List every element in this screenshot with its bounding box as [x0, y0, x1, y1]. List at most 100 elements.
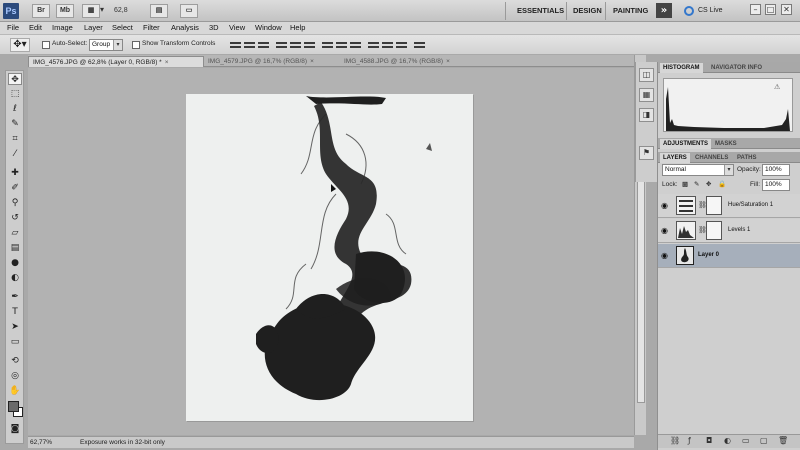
auto-select-checkbox[interactable] [42, 41, 50, 49]
bridge-button[interactable]: Br [32, 4, 50, 18]
align-right-icon[interactable] [304, 40, 315, 50]
distribute-vcenter-icon[interactable] [336, 40, 347, 50]
layer-mask-thumbnail[interactable] [706, 221, 722, 240]
align-vcenter-icon[interactable] [244, 40, 255, 50]
blur-tool-icon[interactable]: ● [8, 257, 22, 269]
menu-image[interactable]: Image [52, 22, 73, 34]
tab-navigator-info[interactable]: NAVIGATOR INFO [708, 63, 765, 73]
tab-layers[interactable]: LAYERS [660, 153, 690, 163]
crop-tool-icon[interactable]: ⌗ [8, 133, 22, 145]
layer-style-icon[interactable]: ƒ [688, 436, 691, 445]
tab-paths[interactable]: PATHS [734, 153, 759, 163]
distribute-hcenter-icon[interactable] [382, 40, 393, 50]
menu-edit[interactable]: Edit [29, 22, 42, 34]
extras-button[interactable]: ▦ [82, 4, 100, 18]
layer-row-hue-saturation[interactable]: ◉ ⛓ Hue/Saturation 1 [658, 194, 800, 218]
menu-3d[interactable]: 3D [209, 22, 219, 34]
tab-histogram[interactable]: HISTOGRAM [660, 63, 703, 73]
maximize-button[interactable]: □ [765, 4, 776, 15]
pen-tool-icon[interactable]: ✒ [8, 291, 22, 303]
tab-channels[interactable]: CHANNELS [692, 153, 731, 163]
arrange-documents-button[interactable]: ▤ [150, 4, 168, 18]
chevron-down-icon[interactable]: ▾ [100, 5, 104, 14]
cs-live-icon[interactable] [684, 6, 694, 16]
history-panel-icon[interactable]: ⚑ [639, 146, 654, 160]
brush-tool-icon[interactable]: ✐ [8, 182, 22, 194]
tab-adjustments[interactable]: ADJUSTMENTS [660, 139, 712, 149]
menu-window[interactable]: Window [255, 22, 282, 34]
layer-row-layer-0[interactable]: ◉ Layer 0 [658, 244, 800, 268]
auto-select-dropdown[interactable]: Group ▾ [89, 39, 123, 51]
lock-pixels-icon[interactable]: ✎ [694, 180, 699, 188]
tab-masks[interactable]: MASKS [712, 139, 740, 149]
layer-row-levels[interactable]: ◉ ⛓ Levels 1 [658, 219, 800, 243]
workspace-design[interactable]: DESIGN [573, 6, 602, 15]
new-group-icon[interactable]: ▭ [742, 436, 750, 445]
tab-img-4579[interactable]: IMG_4579.JPG @ 16,7% (RGB/8) × [204, 56, 340, 67]
eye-icon[interactable]: ◉ [661, 201, 668, 210]
close-button[interactable]: ✕ [781, 4, 792, 15]
more-workspaces-button[interactable]: » [656, 3, 672, 18]
auto-align-icon[interactable] [414, 40, 425, 50]
tab-img-4576[interactable]: IMG_4576.JPG @ 62,8% (Layer 0, RGB/8) * × [28, 56, 204, 67]
adjustment-layer-icon[interactable]: ◐ [724, 436, 731, 445]
styles-panel-icon[interactable]: ◨ [639, 108, 654, 122]
dodge-tool-icon[interactable]: ◐ [8, 272, 22, 284]
add-mask-icon[interactable]: ◘ [706, 436, 712, 445]
workspace-painting[interactable]: PAINTING [613, 6, 648, 15]
lock-all-icon[interactable]: 🔒 [718, 180, 726, 188]
color-panel-icon[interactable]: ◫ [639, 68, 654, 82]
layer-mask-thumbnail[interactable] [706, 196, 722, 215]
3d-orbit-tool-icon[interactable]: ◎ [8, 370, 22, 382]
screen-mode-button[interactable]: ▭ [180, 4, 198, 18]
trash-icon[interactable]: 🗑 [778, 436, 788, 445]
menu-select[interactable]: Select [112, 22, 133, 34]
hand-tool-icon[interactable]: ✋ [8, 385, 22, 397]
clone-stamp-tool-icon[interactable]: ⚲ [8, 197, 22, 209]
align-left-icon[interactable] [276, 40, 287, 50]
close-icon[interactable]: × [446, 58, 450, 65]
menu-view[interactable]: View [229, 22, 245, 34]
marquee-tool-icon[interactable]: ⬚ [8, 88, 22, 100]
eye-icon[interactable]: ◉ [661, 226, 668, 235]
zoom-level-field[interactable]: 62,8 [114, 7, 128, 14]
lasso-tool-icon[interactable]: ℓ [8, 103, 22, 115]
align-bottom-icon[interactable] [258, 40, 269, 50]
align-hcenter-icon[interactable] [290, 40, 301, 50]
distribute-right-icon[interactable] [396, 40, 407, 50]
distribute-left-icon[interactable] [368, 40, 379, 50]
path-selection-tool-icon[interactable]: ➤ [8, 321, 22, 333]
swatches-panel-icon[interactable]: ▦ [639, 88, 654, 102]
link-layers-icon[interactable]: ⛓ [670, 436, 680, 445]
align-top-icon[interactable] [230, 40, 241, 50]
move-tool-icon[interactable]: ✥ [8, 73, 22, 85]
document-image[interactable] [186, 94, 473, 421]
opacity-field[interactable]: 100% [762, 164, 790, 176]
close-icon[interactable]: × [310, 58, 314, 65]
minibridge-button[interactable]: Mb [56, 4, 74, 18]
menu-help[interactable]: Help [290, 22, 305, 34]
menu-file[interactable]: File [7, 22, 19, 34]
gradient-tool-icon[interactable]: ▤ [8, 242, 22, 254]
shape-tool-icon[interactable]: ▭ [8, 336, 22, 348]
eye-icon[interactable]: ◉ [661, 251, 668, 260]
fill-field[interactable]: 100% [762, 179, 790, 191]
3d-rotate-tool-icon[interactable]: ⟲ [8, 355, 22, 367]
new-layer-icon[interactable]: ▢ [760, 436, 768, 445]
tab-img-4588[interactable]: IMG_4588.JPG @ 16,7% (RGB/8) × [340, 56, 480, 67]
workspace-essentials[interactable]: ESSENTIALS [517, 6, 564, 15]
menu-layer[interactable]: Layer [84, 22, 103, 34]
history-brush-tool-icon[interactable]: ↺ [8, 212, 22, 224]
close-icon[interactable]: × [165, 59, 169, 66]
foreground-color-swatch[interactable] [8, 401, 19, 412]
status-zoom-field[interactable]: 62,77% [30, 438, 52, 448]
type-tool-icon[interactable]: T [8, 306, 22, 318]
distribute-bottom-icon[interactable] [350, 40, 361, 50]
distribute-top-icon[interactable] [322, 40, 333, 50]
lock-position-icon[interactable]: ✥ [706, 180, 711, 188]
quick-select-tool-icon[interactable]: ✎ [8, 118, 22, 130]
show-transform-checkbox[interactable] [132, 41, 140, 49]
document-canvas-area[interactable] [28, 68, 634, 435]
menu-analysis[interactable]: Analysis [171, 22, 199, 34]
cs-live-menu[interactable]: CS Live [698, 7, 723, 14]
